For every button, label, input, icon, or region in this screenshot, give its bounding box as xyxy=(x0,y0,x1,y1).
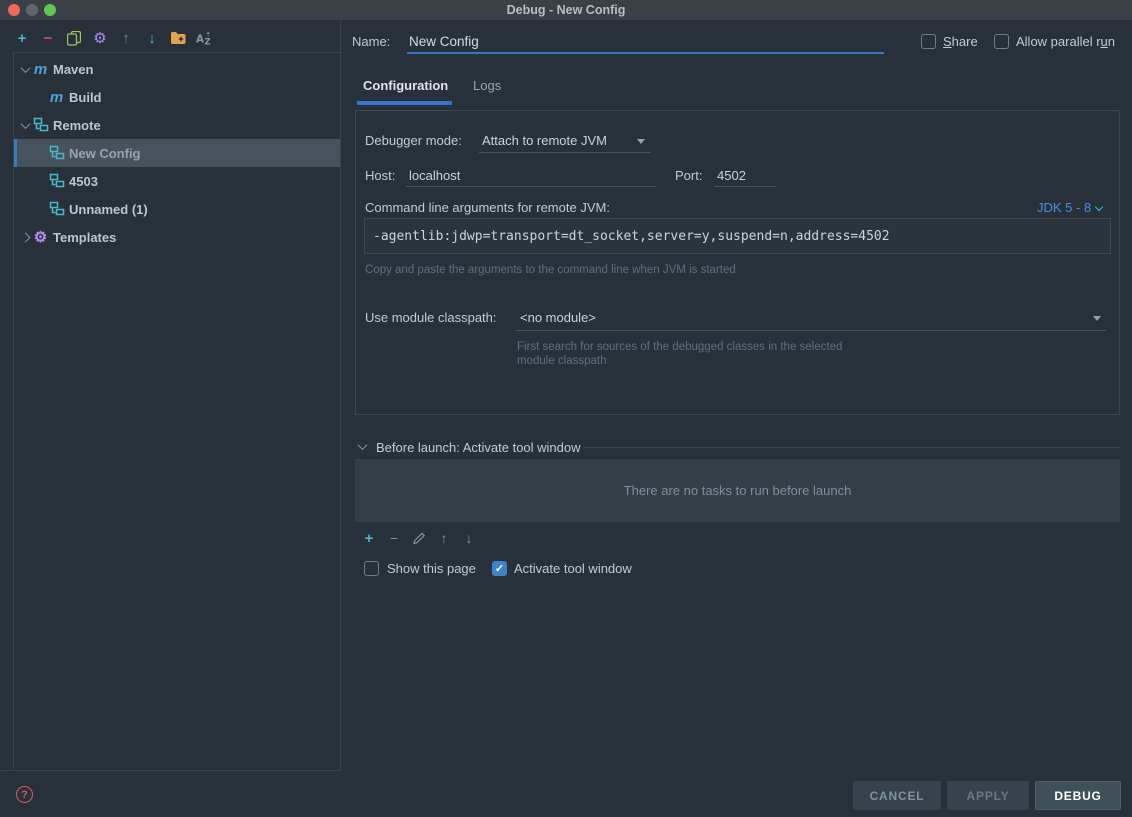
chevron-down-icon[interactable] xyxy=(18,122,32,129)
chevron-down-icon[interactable] xyxy=(637,139,645,144)
new-folder-icon[interactable] xyxy=(170,29,186,47)
activate-tool-window-label: Activate tool window xyxy=(514,561,632,576)
module-classpath-underline xyxy=(516,330,1106,331)
cancel-button[interactable]: CANCEL xyxy=(853,781,941,810)
host-label: Host: xyxy=(365,168,395,183)
debug-config-dialog: Debug - New Config + − ⚙ ↑ ↓ AZ m Maven xyxy=(0,0,1132,817)
tab-logs[interactable]: Logs xyxy=(473,78,501,93)
tree-item-build[interactable]: m Build xyxy=(14,83,340,111)
chevron-down-icon[interactable] xyxy=(18,66,32,73)
tree-item-maven[interactable]: m Maven xyxy=(14,55,340,83)
close-window-icon[interactable] xyxy=(8,4,20,16)
tree-item-label: Build xyxy=(69,90,102,105)
module-classpath-dropdown[interactable]: <no module> xyxy=(520,310,596,325)
help-icon[interactable]: ? xyxy=(16,786,33,803)
svg-text:Z: Z xyxy=(204,36,210,45)
maven-icon: m xyxy=(32,62,49,77)
move-down-icon[interactable]: ↓ xyxy=(144,29,160,47)
debug-button[interactable]: DEBUG xyxy=(1035,781,1121,810)
show-this-page-checkbox[interactable] xyxy=(364,561,379,576)
cmdline-args-label: Command line arguments for remote JVM: xyxy=(365,200,610,215)
share-label: Share xyxy=(943,34,978,49)
debugger-mode-label: Debugger mode: xyxy=(365,133,462,148)
host-input[interactable] xyxy=(406,165,656,187)
configuration-panel xyxy=(355,110,1120,415)
jdk-version-dropdown[interactable]: JDK 5 - 8 xyxy=(1037,200,1102,215)
remote-debug-icon xyxy=(48,145,65,161)
minimize-window-icon[interactable] xyxy=(26,4,38,16)
svg-text:A: A xyxy=(196,33,204,45)
move-task-up-icon[interactable]: ↑ xyxy=(436,529,452,547)
remote-debug-icon xyxy=(48,173,65,189)
configurations-tree: m Maven m Build Remote New Config xyxy=(13,52,340,770)
name-label: Name: xyxy=(352,34,390,49)
tree-item-remote[interactable]: Remote xyxy=(14,111,340,139)
tree-item-label: Unnamed (1) xyxy=(69,202,148,217)
classpath-hint-line1: First search for sources of the debugged… xyxy=(517,341,842,353)
tree-item-label: Remote xyxy=(53,118,101,133)
allow-parallel-run-label: Allow parallel run xyxy=(1016,34,1115,49)
activate-tool-window-checkbox[interactable]: ✓ xyxy=(492,561,507,576)
name-input[interactable] xyxy=(407,30,884,54)
before-launch-toolbar: + − ↑ ↓ xyxy=(361,529,477,547)
tree-item-label: New Config xyxy=(69,146,141,161)
remove-task-icon[interactable]: − xyxy=(386,529,402,547)
copy-configuration-icon[interactable] xyxy=(66,29,82,47)
edit-task-icon[interactable] xyxy=(411,529,427,547)
before-launch-collapse-icon[interactable] xyxy=(358,440,368,450)
sort-alphabetically-icon[interactable]: AZ xyxy=(196,29,212,47)
cmdline-hint: Copy and paste the arguments to the comm… xyxy=(365,264,736,276)
chevron-down-icon[interactable] xyxy=(1093,316,1101,321)
show-this-page-label: Show this page xyxy=(387,561,476,576)
remove-configuration-icon[interactable]: − xyxy=(40,29,56,47)
tree-item-4503[interactable]: 4503 xyxy=(14,167,340,195)
tree-item-templates[interactable]: ⚙ Templates xyxy=(14,223,340,251)
before-launch-task-list: There are no tasks to run before launch xyxy=(355,459,1120,522)
port-label: Port: xyxy=(675,168,702,183)
module-classpath-label: Use module classpath: xyxy=(365,310,497,325)
allow-parallel-run-checkbox[interactable] xyxy=(994,34,1009,49)
sidebar-toolbar: + − ⚙ ↑ ↓ AZ xyxy=(14,29,212,47)
before-launch-title: Before launch: Activate tool window xyxy=(376,440,581,455)
add-configuration-icon[interactable]: + xyxy=(14,29,30,47)
tree-item-label: 4503 xyxy=(69,174,98,189)
remote-debug-icon xyxy=(32,117,49,133)
classpath-hint-line2: module classpath xyxy=(517,355,607,367)
debugger-mode-dropdown[interactable]: Attach to remote JVM xyxy=(482,133,607,148)
debugger-mode-underline xyxy=(479,152,651,153)
templates-gear-icon: ⚙ xyxy=(32,230,49,245)
move-task-down-icon[interactable]: ↓ xyxy=(461,529,477,547)
move-up-icon[interactable]: ↑ xyxy=(118,29,134,47)
tree-item-unnamed[interactable]: Unnamed (1) xyxy=(14,195,340,223)
add-task-icon[interactable]: + xyxy=(361,529,377,547)
configurations-sidebar: + − ⚙ ↑ ↓ AZ m Maven m Build xyxy=(0,20,341,771)
apply-button[interactable]: APPLY xyxy=(947,781,1029,810)
share-checkbox[interactable] xyxy=(921,34,936,49)
maven-icon: m xyxy=(48,90,65,105)
tree-item-label: Maven xyxy=(53,62,93,77)
tree-item-new-config[interactable]: New Config xyxy=(14,139,340,167)
edit-templates-icon[interactable]: ⚙ xyxy=(92,29,108,47)
window-title: Debug - New Config xyxy=(507,3,626,17)
zoom-window-icon[interactable] xyxy=(44,4,56,16)
before-launch-divider xyxy=(584,447,1120,448)
empty-tasks-text: There are no tasks to run before launch xyxy=(624,483,852,498)
tab-configuration[interactable]: Configuration xyxy=(363,78,448,93)
tree-item-label: Templates xyxy=(53,230,116,245)
remote-debug-icon xyxy=(48,201,65,217)
active-tab-underline xyxy=(357,101,452,105)
chevron-right-icon[interactable] xyxy=(18,234,32,241)
title-bar: Debug - New Config xyxy=(0,0,1132,20)
chevron-down-icon xyxy=(1095,203,1103,211)
port-input[interactable] xyxy=(714,165,776,187)
cmdline-args-field[interactable] xyxy=(364,218,1111,254)
